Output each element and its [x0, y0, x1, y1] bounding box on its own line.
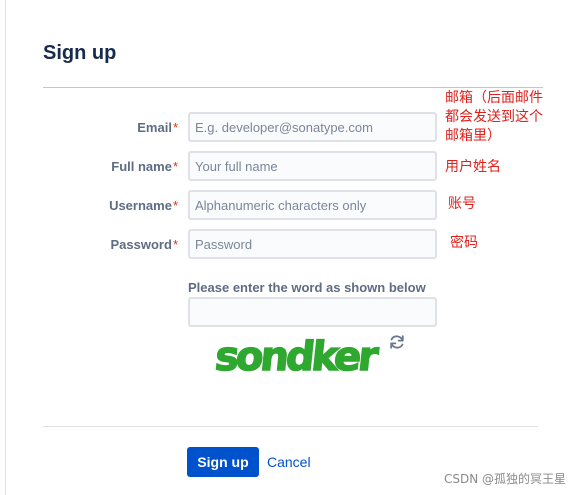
full-name-label: Full name*	[38, 159, 178, 174]
email-input[interactable]	[188, 112, 437, 142]
left-border	[5, 0, 6, 495]
footer-divider	[43, 426, 538, 427]
password-label: Password*	[38, 237, 178, 252]
full-name-annotation: 用户姓名	[445, 159, 501, 175]
email-label-text: Email	[137, 120, 172, 135]
username-label-text: Username	[109, 198, 172, 213]
email-required-mark: *	[172, 120, 178, 135]
email-label: Email*	[38, 120, 178, 135]
header-divider	[43, 87, 543, 88]
password-input[interactable]	[188, 229, 437, 259]
username-label: Username*	[38, 198, 178, 213]
captcha-image: sondker	[212, 333, 381, 380]
email-annotation: 邮箱（后面邮件 都会发送到这个 邮箱里）	[445, 89, 543, 146]
cancel-link[interactable]: Cancel	[267, 454, 311, 470]
full-name-input[interactable]	[188, 151, 437, 181]
username-input[interactable]	[188, 190, 437, 220]
sign-up-button[interactable]: Sign up	[187, 447, 259, 477]
full-name-label-text: Full name	[111, 159, 172, 174]
full-name-required-mark: *	[172, 159, 178, 174]
email-annotation-line2: 都会发送到这个	[445, 109, 543, 125]
password-annotation: 密码	[450, 235, 478, 251]
email-annotation-line3: 邮箱里）	[445, 128, 501, 144]
captcha-prompt: Please enter the word as shown below	[188, 280, 426, 295]
watermark: CSDN @孤独的冥王星	[443, 472, 566, 486]
email-annotation-line1: 邮箱（后面邮件	[445, 90, 543, 106]
password-label-text: Password	[110, 237, 172, 252]
page-title: Sign up	[43, 42, 117, 64]
username-annotation: 账号	[448, 196, 476, 212]
username-required-mark: *	[172, 198, 178, 213]
captcha-word: sondker	[213, 334, 381, 380]
password-required-mark: *	[172, 237, 178, 252]
captcha-input[interactable]	[188, 297, 437, 327]
refresh-icon[interactable]	[388, 333, 406, 351]
